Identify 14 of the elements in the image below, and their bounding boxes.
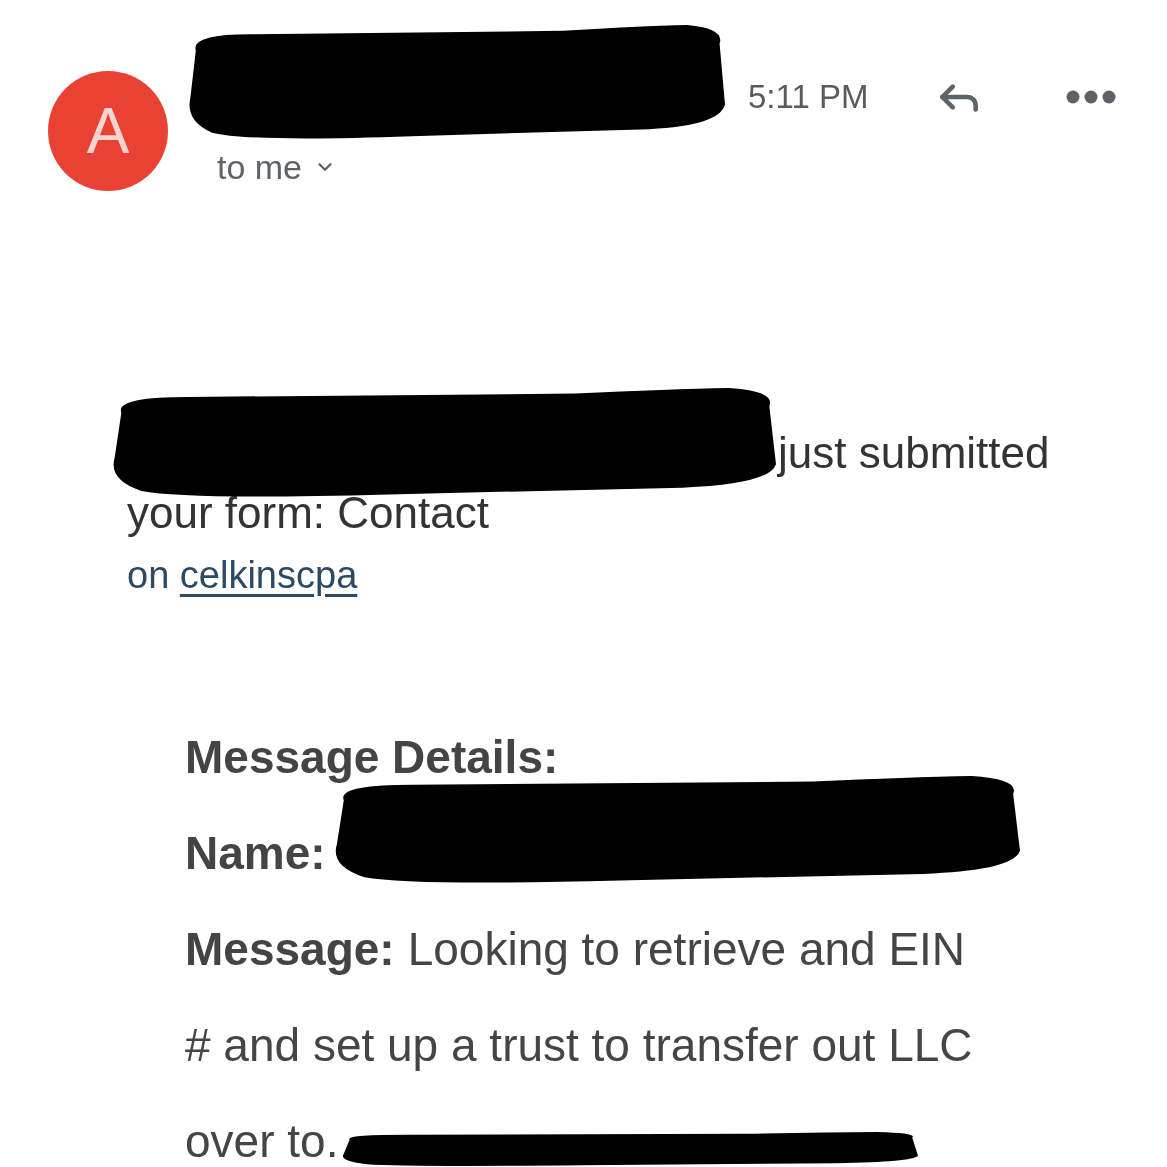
message-line: # and set up a trust to transfer out LLC <box>185 1018 973 1073</box>
avatar: A <box>48 71 168 191</box>
time-label: 5:11 PM <box>748 77 869 117</box>
source-link[interactable]: celkinscpa <box>179 554 358 596</box>
intro-line: your form: Contact <box>127 487 489 539</box>
message-line: Looking to retrieve and EIN <box>407 922 966 977</box>
source-line: on celkinscpa <box>127 553 358 598</box>
name-label: Name: <box>185 826 326 881</box>
intro-line: just submitted <box>778 427 1050 479</box>
message-label: Message: <box>185 922 395 977</box>
details-heading: Message Details: <box>185 730 559 785</box>
message-line: over to. <box>185 1114 339 1167</box>
recipients-toggle[interactable]: to me <box>217 148 337 186</box>
more-options-icon[interactable] <box>1066 90 1117 104</box>
